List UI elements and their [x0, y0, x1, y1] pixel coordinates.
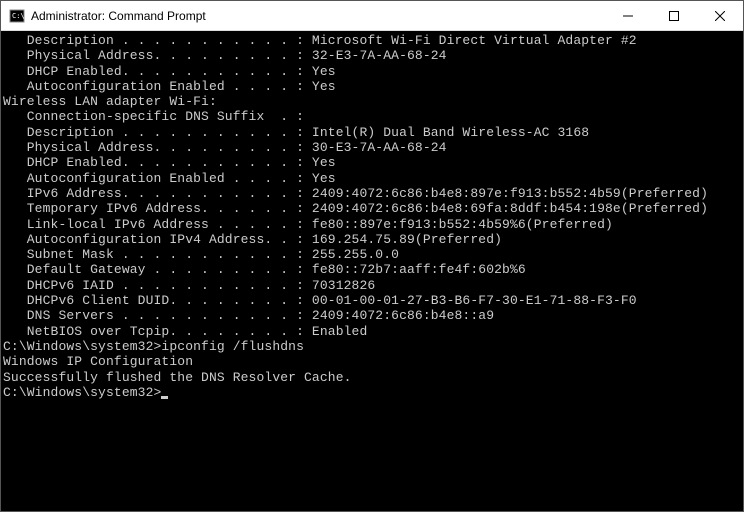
- close-button[interactable]: [697, 1, 743, 30]
- terminal-line: DHCPv6 IAID . . . . . . . . . . . : 7031…: [3, 278, 743, 293]
- terminal-line: Autoconfiguration Enabled . . . . : Yes: [3, 79, 743, 94]
- terminal-line: Windows IP Configuration: [3, 354, 743, 369]
- terminal-line: Successfully flushed the DNS Resolver Ca…: [3, 370, 743, 385]
- terminal-line: Default Gateway . . . . . . . . . : fe80…: [3, 262, 743, 277]
- terminal-line: Physical Address. . . . . . . . . : 32-E…: [3, 48, 743, 63]
- terminal-line: Description . . . . . . . . . . . : Micr…: [3, 33, 743, 48]
- terminal-line: C:\Windows\system32>ipconfig /flushdns: [3, 339, 743, 354]
- terminal-line: Wireless LAN adapter Wi-Fi:: [3, 94, 743, 109]
- terminal-line: Description . . . . . . . . . . . : Inte…: [3, 125, 743, 140]
- terminal-line: DHCP Enabled. . . . . . . . . . . : Yes: [3, 155, 743, 170]
- terminal-line: C:\Windows\system32>: [3, 385, 743, 400]
- terminal-line: Physical Address. . . . . . . . . : 30-E…: [3, 140, 743, 155]
- minimize-button[interactable]: [605, 1, 651, 30]
- terminal-line: Connection-specific DNS Suffix . :: [3, 109, 743, 124]
- maximize-button[interactable]: [651, 1, 697, 30]
- titlebar[interactable]: C:\ Administrator: Command Prompt: [1, 1, 743, 31]
- terminal-line: IPv6 Address. . . . . . . . . . . : 2409…: [3, 186, 743, 201]
- cursor: [161, 396, 168, 399]
- terminal-output[interactable]: Description . . . . . . . . . . . : Micr…: [1, 31, 743, 511]
- terminal-line: Autoconfiguration IPv4 Address. . : 169.…: [3, 232, 743, 247]
- command-prompt-icon: C:\: [9, 8, 25, 24]
- command-prompt-window: C:\ Administrator: Command Prompt Descri…: [0, 0, 744, 512]
- terminal-line: DHCPv6 Client DUID. . . . . . . . : 00-0…: [3, 293, 743, 308]
- window-controls: [605, 1, 743, 30]
- terminal-line: Link-local IPv6 Address . . . . . : fe80…: [3, 217, 743, 232]
- terminal-line: DNS Servers . . . . . . . . . . . : 2409…: [3, 308, 743, 323]
- svg-text:C:\: C:\: [12, 12, 25, 20]
- terminal-line: Temporary IPv6 Address. . . . . . : 2409…: [3, 201, 743, 216]
- terminal-line: DHCP Enabled. . . . . . . . . . . : Yes: [3, 64, 743, 79]
- terminal-line: Autoconfiguration Enabled . . . . : Yes: [3, 171, 743, 186]
- terminal-line: NetBIOS over Tcpip. . . . . . . . : Enab…: [3, 324, 743, 339]
- window-title: Administrator: Command Prompt: [31, 9, 605, 23]
- terminal-line: Subnet Mask . . . . . . . . . . . : 255.…: [3, 247, 743, 262]
